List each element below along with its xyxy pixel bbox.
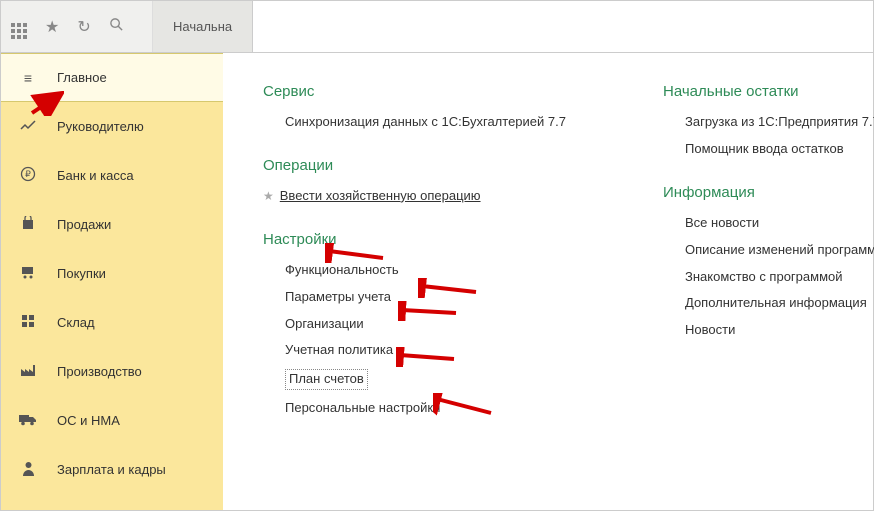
link-intro[interactable]: Знакомство с программой	[663, 269, 874, 286]
history-icon[interactable]: ↻	[77, 17, 90, 37]
sidebar-item-sales[interactable]: Продажи	[1, 200, 223, 249]
link-sync[interactable]: Синхронизация данных с 1С:Бухгалтерией 7…	[263, 114, 593, 131]
link-accounting-policy[interactable]: Учетная политика	[263, 342, 593, 359]
sidebar-item-warehouse[interactable]: Склад	[1, 298, 223, 347]
sidebar-item-assets[interactable]: ОС и НМА	[1, 396, 223, 445]
sidebar-item-bank[interactable]: ₽ Банк и касса	[1, 151, 223, 200]
link-chart-of-accounts[interactable]: План счетов	[285, 369, 368, 390]
link-all-news[interactable]: Все новости	[663, 215, 874, 232]
svg-text:₽: ₽	[25, 169, 31, 179]
link-accounting-params[interactable]: Параметры учета	[263, 289, 593, 306]
sidebar-item-label: Покупки	[57, 266, 106, 281]
section-balances: Начальные остатки Загрузка из 1С:Предпри…	[663, 83, 874, 158]
sidebar-item-purchases[interactable]: Покупки	[1, 249, 223, 298]
sidebar-item-label: Производство	[57, 364, 142, 379]
link-personal-settings[interactable]: Персональные настройки	[263, 400, 593, 417]
section-settings: Настройки Функциональность Параметры уче…	[263, 231, 593, 417]
heading-service: Сервис	[263, 83, 593, 100]
truck-icon	[19, 413, 37, 429]
link-functionality[interactable]: Функциональность	[263, 262, 593, 279]
cart-icon	[19, 265, 37, 282]
link-news[interactable]: Новости	[663, 322, 874, 339]
bag-icon	[19, 216, 37, 233]
section-operations: Операции Ввести хозяйственную операцию	[263, 157, 593, 205]
search-icon[interactable]	[109, 17, 124, 37]
link-enter-operation[interactable]: Ввести хозяйственную операцию	[263, 188, 593, 205]
link-balance-assistant[interactable]: Помощник ввода остатков	[663, 141, 874, 158]
section-info: Информация Все новости Описание изменени…	[663, 184, 874, 339]
top-toolbar: ★ ↻ Начальна	[1, 1, 873, 53]
apps-icon[interactable]	[11, 14, 27, 39]
boxes-icon	[19, 314, 37, 331]
section-service: Сервис Синхронизация данных с 1С:Бухгалт…	[263, 83, 593, 131]
content: Сервис Синхронизация данных с 1С:Бухгалт…	[223, 53, 873, 510]
sidebar-item-label: Продажи	[57, 217, 111, 232]
sidebar-item-manager[interactable]: Руководителю	[1, 102, 223, 151]
ruble-icon: ₽	[19, 166, 37, 185]
link-changelog[interactable]: Описание изменений программы	[663, 242, 874, 259]
chart-icon	[19, 119, 37, 135]
heading-settings: Настройки	[263, 231, 593, 248]
toolbar-icons: ★ ↻	[1, 1, 153, 52]
content-col-left: Сервис Синхронизация данных с 1С:Бухгалт…	[263, 83, 593, 490]
sidebar-item-hr[interactable]: Зарплата и кадры	[1, 445, 223, 494]
sidebar-item-label: Склад	[57, 315, 95, 330]
link-organizations[interactable]: Организации	[263, 316, 593, 333]
heading-operations: Операции	[263, 157, 593, 174]
sidebar-item-main[interactable]: ≡ Главное	[1, 53, 223, 102]
link-load-1c[interactable]: Загрузка из 1С:Предприятия 7.7	[663, 114, 874, 131]
sidebar: ≡ Главное Руководителю ₽ Банк и касса Пр…	[1, 53, 223, 510]
heading-balances: Начальные остатки	[663, 83, 874, 100]
toolbar-rest	[253, 1, 873, 52]
sidebar-item-label: Главное	[57, 70, 107, 85]
star-icon[interactable]: ★	[45, 17, 59, 37]
sidebar-item-label: Руководителю	[57, 119, 144, 134]
content-col-right: Начальные остатки Загрузка из 1С:Предпри…	[663, 83, 874, 490]
person-icon	[19, 461, 37, 479]
factory-icon	[19, 363, 37, 380]
tab-label: Начальна	[173, 19, 232, 34]
sidebar-item-production[interactable]: Производство	[1, 347, 223, 396]
sidebar-item-label: ОС и НМА	[57, 413, 120, 428]
sidebar-item-label: Зарплата и кадры	[57, 462, 166, 477]
tab-home[interactable]: Начальна	[153, 1, 253, 52]
menu-icon: ≡	[19, 70, 37, 86]
link-additional-info[interactable]: Дополнительная информация	[663, 295, 874, 312]
heading-info: Информация	[663, 184, 874, 201]
sidebar-item-label: Банк и касса	[57, 168, 134, 183]
